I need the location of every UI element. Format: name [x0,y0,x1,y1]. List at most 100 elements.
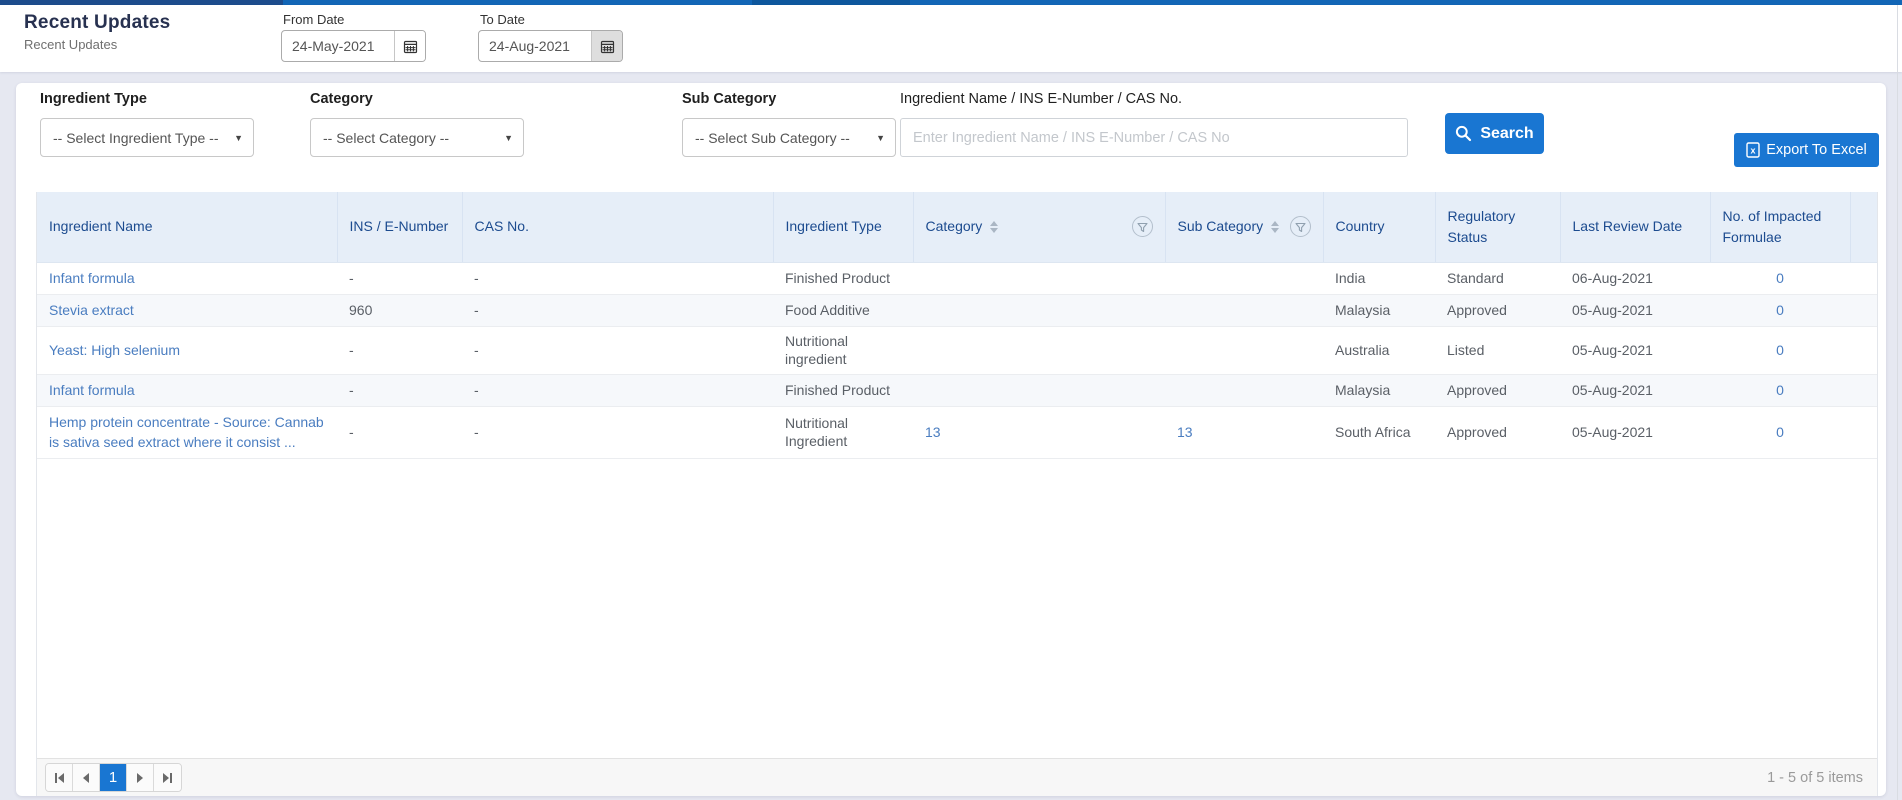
impacted-formulae-link[interactable]: 0 [1776,382,1784,398]
column-header-regulatory-status: Regulatory Status [1434,192,1560,263]
ingredient-name-link[interactable]: Infant formula [49,270,135,286]
type-cell: Nutritional Ingredient [773,406,913,459]
sort-icon[interactable] [990,220,999,233]
first-page-button[interactable] [46,764,73,791]
category-select[interactable]: -- Select Category -- ▼ [310,118,524,157]
type-cell: Finished Product [773,262,913,295]
ingredient-name-link[interactable]: Yeast: High selenium [49,342,180,358]
calendar-icon [403,40,417,53]
impacted-formulae-link[interactable]: 0 [1776,270,1784,286]
impacted-formulae-link[interactable]: 0 [1776,424,1784,440]
sub-category-select[interactable]: -- Select Sub Category -- ▼ [682,118,896,157]
country-cell: India [1323,262,1435,295]
page-number-button[interactable]: 1 [100,764,127,791]
column-header-country: Country [1322,192,1435,263]
category-count-link[interactable]: 13 [925,424,941,440]
status-cell: Approved [1435,374,1560,407]
last-page-icon [163,772,169,783]
cas-cell: - [462,262,773,295]
chevron-down-icon: ▼ [504,132,513,143]
table-header-row: Ingredient Name INS / E-Number CAS No. I… [37,192,1877,263]
results-table: Ingredient Name INS / E-Number CAS No. I… [37,192,1877,459]
status-cell: Approved [1435,406,1560,459]
type-cell: Food Additive [773,294,913,327]
impacted-formulae-link[interactable]: 0 [1776,342,1784,358]
content-card: Ingredient Type -- Select Ingredient Typ… [16,83,1886,796]
from-date-picker [281,30,426,62]
ingredient-search-input[interactable] [900,118,1408,157]
first-page-icon [54,772,57,783]
column-header-ins-e-number: INS / E-Number [336,192,462,263]
sub-category-label: Sub Category [682,91,777,107]
filler-cell [1850,326,1877,375]
column-header-category[interactable]: Category [912,192,1165,263]
country-cell: Australia [1323,326,1435,375]
previous-page-button[interactable] [73,764,100,791]
table-row: Infant formula - - Finished Product Indi… [37,262,1877,295]
sort-icon[interactable] [1271,220,1280,233]
status-cell: Listed [1435,326,1560,375]
type-cell: Nutritional ingredient [773,326,913,375]
from-date-calendar-button[interactable] [394,31,425,61]
search-button-label: Search [1480,124,1534,142]
table-row: Hemp protein concentrate - Source: Canna… [37,406,1877,459]
chevron-down-icon: ▼ [876,132,885,143]
last-review-cell: 05-Aug-2021 [1560,294,1710,327]
ingredient-type-select[interactable]: -- Select Ingredient Type -- ▼ [40,118,254,157]
column-header-ingredient-type: Ingredient Type [772,192,913,263]
cas-cell: - [462,294,773,327]
column-header-ingredient-name: Ingredient Name [37,192,337,263]
category-cell [913,326,1165,375]
filter-icon[interactable] [1131,216,1153,238]
page-title: Recent Updates [24,12,171,33]
ingredient-name-link[interactable]: Hemp protein concentrate - Source: Canna… [49,414,324,450]
from-date-label: From Date [283,12,345,27]
last-review-cell: 05-Aug-2021 [1560,374,1710,407]
impacted-formulae-link[interactable]: 0 [1776,302,1784,318]
category-selected-value: -- Select Category -- [323,129,450,146]
to-date-calendar-button[interactable] [591,31,622,61]
cas-cell: - [462,406,773,459]
ingredient-type-label: Ingredient Type [40,91,147,107]
breadcrumb: Recent Updates [24,37,118,52]
sub-category-selected-value: -- Select Sub Category -- [695,129,850,146]
country-cell: South Africa [1323,406,1435,459]
pager-buttons: 1 [45,763,182,792]
ins-cell: - [337,262,462,295]
column-header-sub-category-label: Sub Category [1177,218,1264,235]
filler-cell [1850,262,1877,295]
filler-cell [1850,374,1877,407]
screen: Recent Updates Recent Updates From Date [0,0,1902,800]
next-page-icon [137,772,143,783]
table-row: Stevia extract 960 - Food Additive Malay… [37,294,1877,327]
ingredient-name-link[interactable]: Stevia extract [49,302,134,318]
search-icon [1456,125,1472,142]
country-cell: Malaysia [1323,374,1435,407]
sub-category-cell [1165,294,1323,327]
column-header-category-label: Category [925,218,983,235]
status-cell: Standard [1435,262,1560,295]
cas-cell: - [462,326,773,375]
export-button-label: Export To Excel [1766,142,1867,158]
export-to-excel-button[interactable]: x Export To Excel [1734,133,1879,167]
ins-cell: - [337,374,462,407]
country-cell: Malaysia [1323,294,1435,327]
ingredient-type-selected-value: -- Select Ingredient Type -- [53,129,219,146]
column-header-sub-category[interactable]: Sub Category [1164,192,1323,263]
last-page-button[interactable] [154,764,181,791]
sub-category-cell [1165,374,1323,407]
search-button[interactable]: Search [1445,113,1544,154]
results-grid: Ingredient Name INS / E-Number CAS No. I… [36,192,1878,796]
last-review-cell: 05-Aug-2021 [1560,326,1710,375]
next-page-button[interactable] [127,764,154,791]
ins-cell: - [337,406,462,459]
sub-category-count-link[interactable]: 13 [1177,424,1193,440]
to-date-input[interactable] [479,31,591,61]
filter-icon[interactable] [1289,216,1311,238]
ingredient-name-link[interactable]: Infant formula [49,382,135,398]
excel-file-icon: x [1746,142,1760,158]
ins-cell: 960 [337,294,462,327]
from-date-input[interactable] [282,31,394,61]
calendar-icon [600,40,614,53]
column-header-impacted-formulae: No. of Impacted Formulae [1709,192,1850,263]
